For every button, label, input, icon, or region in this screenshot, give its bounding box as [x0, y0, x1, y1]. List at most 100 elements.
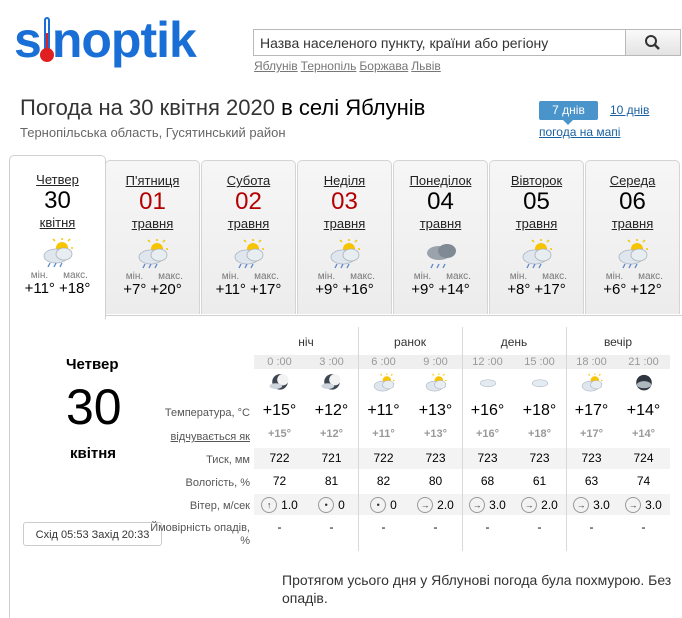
- hour-label: 6 :00: [371, 356, 396, 368]
- day-tab-date: 05: [523, 188, 550, 215]
- search-input[interactable]: [254, 30, 626, 55]
- temperature-value: +14°: [626, 402, 661, 419]
- detail-month: квітня: [70, 445, 117, 462]
- title-date: Погода на 30 квітня 2020: [20, 95, 275, 120]
- precip-value: -: [381, 520, 386, 534]
- quick-links: Яблунів Тернопіль Боржава Львів: [254, 59, 444, 73]
- period-name: ранок: [394, 335, 426, 349]
- pressure-value: 724: [633, 451, 654, 465]
- night-cloudy-icon: [306, 372, 357, 394]
- wind-value: → 2.0: [410, 497, 461, 513]
- hour-label: 12 :00: [472, 356, 503, 368]
- hour-label: 3 :00: [319, 356, 344, 368]
- day-tab[interactable]: Неділя 03 травня мін. макс. +9° +16°: [297, 160, 392, 314]
- search-icon: [645, 35, 660, 50]
- label-feels-like[interactable]: відчувається як: [150, 431, 250, 443]
- humidity-value: 61: [532, 474, 547, 488]
- tab-10-days[interactable]: 10 днів: [610, 103, 649, 117]
- day-tab-date: 04: [427, 188, 454, 215]
- wind-direction-icon: •: [318, 497, 335, 513]
- temperature-value: +13°: [418, 402, 453, 419]
- min-temp: +9°: [411, 281, 435, 298]
- day-tab-name: П'ятниця: [125, 173, 180, 188]
- humidity-value: 74: [636, 474, 651, 488]
- pressure-value: 723: [425, 451, 446, 465]
- quick-link[interactable]: Львів: [411, 59, 441, 73]
- day-tab[interactable]: Субота 02 травня мін. макс. +11° +17°: [201, 160, 296, 314]
- humidity-value: 63: [584, 474, 599, 488]
- wind-direction-icon: →: [521, 497, 538, 513]
- partly-cloudy-rain-icon: [516, 237, 558, 269]
- humidity-value: 72: [272, 474, 287, 488]
- period-name: день: [500, 335, 528, 349]
- day-tab[interactable]: Понеділок 04 травня мін. макс. +9° +14°: [393, 160, 488, 314]
- max-temp: +12°: [630, 281, 662, 298]
- pressure-value: 722: [373, 451, 394, 465]
- feels-like-value: +12°: [319, 428, 344, 440]
- max-temp: +17°: [249, 281, 282, 298]
- sinoptik-logo[interactable]: s noptik: [14, 10, 197, 70]
- day-tab-month: квітня: [39, 215, 76, 230]
- search-button[interactable]: [625, 30, 680, 55]
- quick-link[interactable]: Тернопіль: [301, 59, 357, 73]
- humidity-value: 80: [428, 474, 443, 488]
- day-tab-month: травня: [323, 216, 366, 231]
- max-temp: +17°: [534, 281, 566, 298]
- day-tab[interactable]: П'ятниця 01 травня мін. макс. +7° +20°: [105, 160, 200, 314]
- wind-speed: 3.0: [593, 498, 610, 512]
- day-tab-date: 02: [235, 188, 262, 215]
- temperature-value: +12°: [314, 402, 349, 419]
- map-link[interactable]: погода на мапі: [539, 125, 620, 139]
- humidity-value: 82: [376, 474, 391, 488]
- hour-label: 18 :00: [576, 356, 607, 368]
- wind-speed: 0: [390, 498, 397, 512]
- partly-cloudy-rain-icon: [132, 237, 174, 269]
- temperature-value: +16°: [470, 402, 505, 419]
- wind-value: • 0: [306, 497, 357, 513]
- period-name: ніч: [298, 335, 314, 349]
- weather-description: Протягом усього дня у Яблунові погода бу…: [282, 572, 672, 606]
- humidity-value: 81: [324, 474, 339, 488]
- day-tab[interactable]: Четвер 30 квітня мін. макс. +11° +18°: [9, 155, 106, 319]
- hour-label: 0 :00: [267, 356, 292, 368]
- pressure-value: 723: [581, 451, 602, 465]
- quick-link[interactable]: Боржава: [359, 59, 408, 73]
- precip-value: -: [589, 520, 594, 534]
- day-tab-name: Понеділок: [409, 173, 472, 188]
- day-tab-name: Вівторок: [510, 173, 563, 188]
- hour-label: 9 :00: [423, 356, 448, 368]
- wind-value: → 3.0: [462, 497, 513, 513]
- max-temp: +14°: [438, 281, 470, 298]
- min-temp: +11°: [215, 281, 246, 298]
- wind-value: • 0: [358, 497, 409, 513]
- day-tab[interactable]: Середа 06 травня мін. макс. +6° +12°: [585, 160, 680, 314]
- wind-value: ↑ 1.0: [254, 497, 305, 513]
- precip-value: -: [537, 520, 542, 534]
- min-temp: +9°: [315, 281, 339, 298]
- wind-speed: 3.0: [489, 498, 506, 512]
- min-temp: +7°: [123, 281, 147, 298]
- max-temp: +18°: [58, 280, 91, 297]
- feels-like-value: +13°: [423, 428, 448, 440]
- precip-value: -: [433, 520, 438, 534]
- region-text: Тернопільська область, Гусятинський райо…: [20, 125, 286, 140]
- wind-direction-icon: →: [417, 497, 434, 513]
- max-temp: +20°: [150, 281, 182, 298]
- thermometer-icon: [39, 15, 54, 63]
- label-precip: Ймовірність опадів, %: [150, 522, 250, 547]
- day-tab-date: 01: [139, 188, 166, 215]
- wind-direction-icon: →: [573, 497, 590, 513]
- feels-like-value: +14°: [631, 428, 656, 440]
- detail-day-name: Четвер: [66, 356, 119, 373]
- pressure-value: 723: [529, 451, 550, 465]
- precip-value: -: [485, 520, 490, 534]
- partly-cloudy-icon: [566, 372, 617, 394]
- day-tab-date: 03: [331, 188, 358, 215]
- cloudy-rain-icon: [420, 237, 462, 269]
- tab-7-days[interactable]: 7 днів: [539, 101, 598, 125]
- label-wind: Вітер, м/сек: [189, 500, 250, 512]
- quick-link[interactable]: Яблунів: [254, 59, 298, 73]
- humidity-value: 68: [480, 474, 495, 488]
- day-tab[interactable]: Вівторок 05 травня мін. макс. +8° +17°: [489, 160, 584, 314]
- wind-value: → 3.0: [618, 497, 669, 513]
